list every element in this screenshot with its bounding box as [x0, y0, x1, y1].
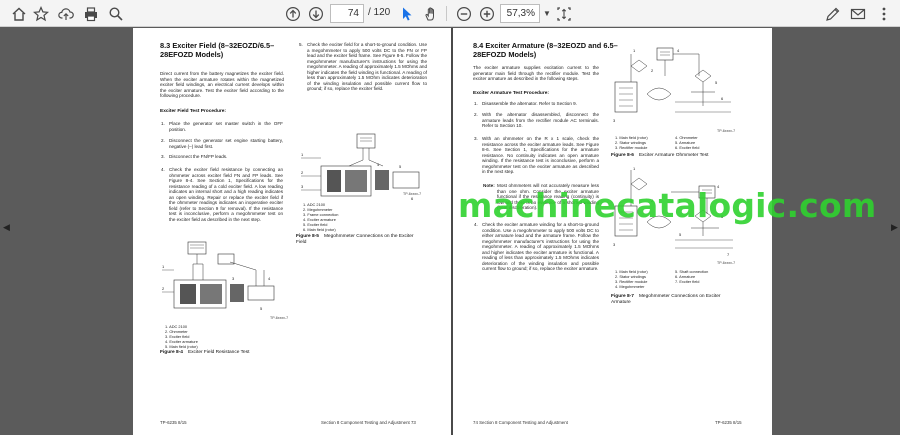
figure-8-5-diagram: 1 2 3 4 5 6 — [301, 133, 420, 201]
figure-8-7-legend-left: 1. Main field (rotor) 2. Stator windings… — [615, 269, 648, 289]
svg-text:1: 1 — [162, 264, 165, 269]
search-icon[interactable] — [105, 3, 127, 24]
page-number-input[interactable]: 74 — [330, 4, 364, 23]
svg-text:3: 3 — [232, 276, 235, 281]
home-icon[interactable] — [8, 3, 30, 24]
section-intro: Direct current from the battery magnetiz… — [160, 71, 284, 98]
bookmark-star-icon[interactable] — [30, 3, 52, 24]
figure-8-5-legend: 1. ADC 2100 2. Megohmmeter 3. Frame conn… — [303, 202, 339, 232]
svg-text:3: 3 — [613, 118, 616, 123]
pdf-page-74: 8.4 Exciter Armature (8–32EOZD and 6.5–2… — [453, 28, 772, 435]
svg-text:1: 1 — [633, 166, 636, 171]
svg-text:3: 3 — [301, 184, 304, 189]
page-footer-left: 74 Section 8 Component Testing and Adjus… — [473, 420, 568, 425]
figure-8-4-diagram: 1 2 3 4 5 — [162, 241, 275, 311]
sign-icon[interactable] — [822, 3, 844, 24]
zoom-out-icon[interactable] — [453, 3, 475, 24]
step-3: 3. Disconnect the FN/FP leads. — [161, 154, 228, 159]
section-title-8-4: 8.4 Exciter Armature (8–32EOZD and 6.5–2… — [473, 41, 618, 59]
svg-text:4: 4 — [268, 276, 271, 281]
svg-text:6: 6 — [721, 96, 724, 101]
fit-page-icon[interactable] — [553, 3, 575, 24]
print-icon[interactable] — [80, 3, 102, 24]
pdf-page-73: 8.3 Exciter Field (8–32EOZD/6.5–28EFOZD … — [133, 28, 451, 435]
right-panel-toggle-icon[interactable]: ▶ — [891, 222, 898, 233]
procedure-title: Exciter Armature Test Procedure: — [473, 91, 549, 96]
step-2: 2. With the alternator disassembled, disc… — [474, 112, 599, 128]
figure-8-5-tp-code: TP-6xxxx-7 — [403, 192, 422, 196]
step-4: 4. Check the exciter field resistance by … — [161, 167, 283, 222]
zoom-in-icon[interactable] — [476, 3, 498, 24]
svg-text:2: 2 — [301, 170, 304, 175]
page-footer-right: Section 8 Component Testing and Adjustme… — [321, 420, 416, 425]
watermark-text: machinecatalogic.com — [458, 186, 877, 225]
pointer-icon[interactable] — [396, 3, 418, 24]
page-down-icon[interactable] — [305, 3, 327, 24]
figure-8-4-legend: 1. ADC 2100 2. Ohmmeter 3. Exciter field… — [165, 324, 198, 349]
figure-8-7-legend-right: 5. Shaft connection 6. Armature 7. Excit… — [675, 269, 709, 284]
step-3: 3. With an ohmmeter on the R x 1 scale, c… — [474, 136, 599, 174]
figure-8-6-legend-left: 1. Main field (rotor) 2. Stator windings… — [615, 135, 648, 150]
step-5: 5. Check the exciter field for a short-to… — [299, 42, 428, 91]
svg-text:5: 5 — [715, 80, 718, 85]
svg-text:6: 6 — [411, 196, 414, 201]
figure-8-5-caption: Figure 8-5 Megohmmeter Connections on the… — [296, 234, 414, 245]
figure-8-6-diagram: 1 2 3 4 5 6 — [613, 47, 731, 123]
upload-icon[interactable] — [55, 3, 77, 24]
svg-text:7: 7 — [727, 252, 730, 257]
figure-8-7-tp-code: TP-6xxxx-7 — [717, 261, 736, 265]
figure-8-6-legend-right: 4. Ohmmeter 5. Armature 6. Exciter field — [675, 135, 700, 150]
svg-text:1: 1 — [633, 48, 636, 53]
figure-8-6-caption: Figure 8-6 Exciter Armature Ohmmeter Test — [611, 153, 709, 158]
more-icon[interactable] — [873, 3, 895, 24]
section-title-8-3: 8.3 Exciter Field (8–32EOZD/6.5–28EFOZD … — [160, 41, 275, 59]
step-1: 1. Disassemble the alternator. Refer to S… — [474, 101, 577, 106]
email-icon[interactable] — [847, 3, 869, 24]
pdf-toolbar: 74 / 120 57,3% ▼ — [0, 0, 900, 27]
figure-8-4-tp-code: TP-6xxxx-7 — [270, 316, 289, 320]
svg-text:5: 5 — [679, 232, 682, 237]
figure-8-4-caption: Figure 8-4 Exciter Field Resistance Test — [160, 350, 250, 355]
svg-text:3: 3 — [613, 242, 616, 247]
page-total: / 120 — [368, 7, 391, 18]
chevron-down-icon[interactable]: ▼ — [543, 9, 551, 18]
svg-text:2: 2 — [651, 68, 654, 73]
step-4: 4. Check the exciter armature winding for… — [474, 222, 599, 271]
hand-icon[interactable] — [420, 3, 442, 24]
section-intro: The exciter armature supplies excitation… — [473, 65, 599, 81]
zoom-level-input[interactable]: 57,3% — [500, 4, 540, 23]
page-footer-right: TP-6235 8/15 — [715, 420, 742, 425]
svg-text:4: 4 — [677, 48, 680, 53]
svg-text:2: 2 — [162, 286, 165, 291]
left-panel-toggle-icon[interactable]: ◀ — [3, 222, 10, 233]
procedure-title: Exciter Field Test Procedure: — [160, 109, 227, 114]
figure-8-6-tp-code: TP-6xxxx-7 — [717, 129, 736, 133]
svg-text:1: 1 — [301, 152, 304, 157]
toolbar-divider — [446, 6, 447, 21]
svg-text:5: 5 — [399, 164, 402, 169]
page-footer-left: TP-6235 8/15 — [160, 420, 187, 425]
figure-8-7-caption: Figure 8-7 Megohmmeter Connections on Exc… — [611, 294, 721, 305]
step-2: 2. Disconnect the generator set engine st… — [161, 138, 283, 149]
step-1: 1. Place the generator set master switch … — [161, 121, 283, 132]
page-up-icon[interactable] — [282, 3, 304, 24]
svg-text:5: 5 — [260, 306, 263, 311]
